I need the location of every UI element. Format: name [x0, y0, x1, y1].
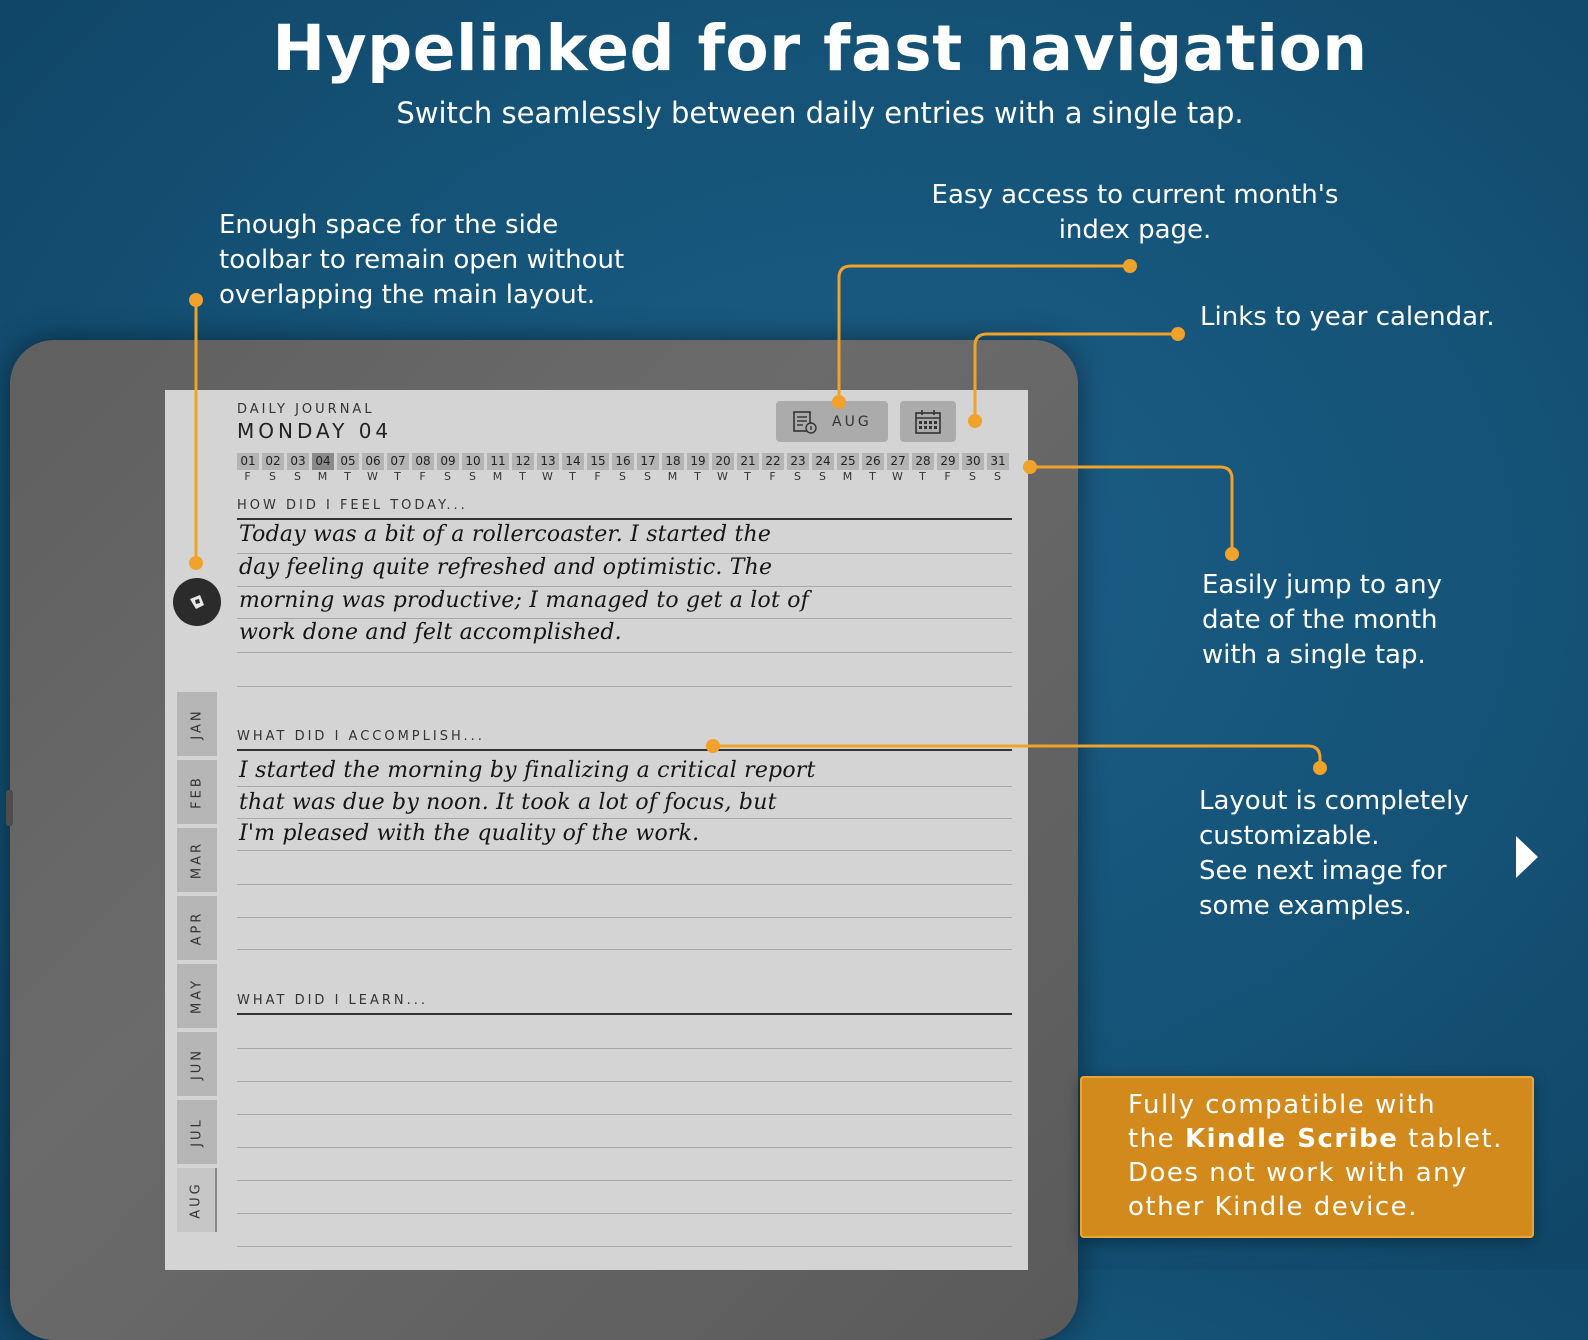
promo-line-1: Fully compatible with — [1128, 1090, 1437, 1120]
promo-line-4: other Kindle device. — [1128, 1192, 1418, 1222]
promo-line-3: Does not work with any — [1128, 1158, 1468, 1188]
promo-device-name: Kindle Scribe — [1184, 1124, 1399, 1154]
promo-line-2-post: tablet. — [1398, 1124, 1503, 1154]
promo-line-2-pre: the — [1128, 1124, 1185, 1154]
next-arrow-icon[interactable] — [1512, 832, 1542, 882]
compatibility-banner: Fully compatible with the Kindle Scribe … — [1080, 1076, 1534, 1238]
